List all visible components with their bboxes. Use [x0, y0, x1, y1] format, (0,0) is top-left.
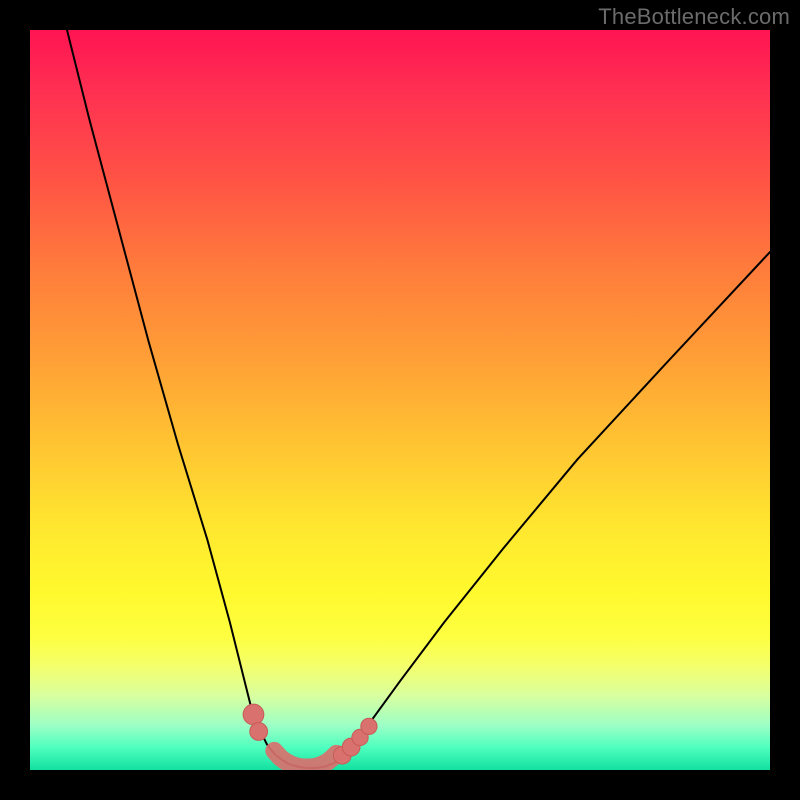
- right-marker-4: [361, 718, 377, 734]
- marker-points: [243, 704, 377, 764]
- bottleneck-curve: [67, 30, 770, 768]
- watermark-text: TheBottleneck.com: [598, 4, 790, 30]
- valley-band: [274, 751, 336, 768]
- left-marker-lower: [250, 723, 268, 741]
- series-right-branch: [326, 252, 770, 766]
- series-left-branch: [67, 30, 296, 766]
- chart-frame: TheBottleneck.com: [0, 0, 800, 800]
- plot-area: [30, 30, 770, 770]
- chart-svg: [30, 30, 770, 770]
- left-marker-upper: [243, 704, 264, 725]
- valley-band: [274, 751, 336, 768]
